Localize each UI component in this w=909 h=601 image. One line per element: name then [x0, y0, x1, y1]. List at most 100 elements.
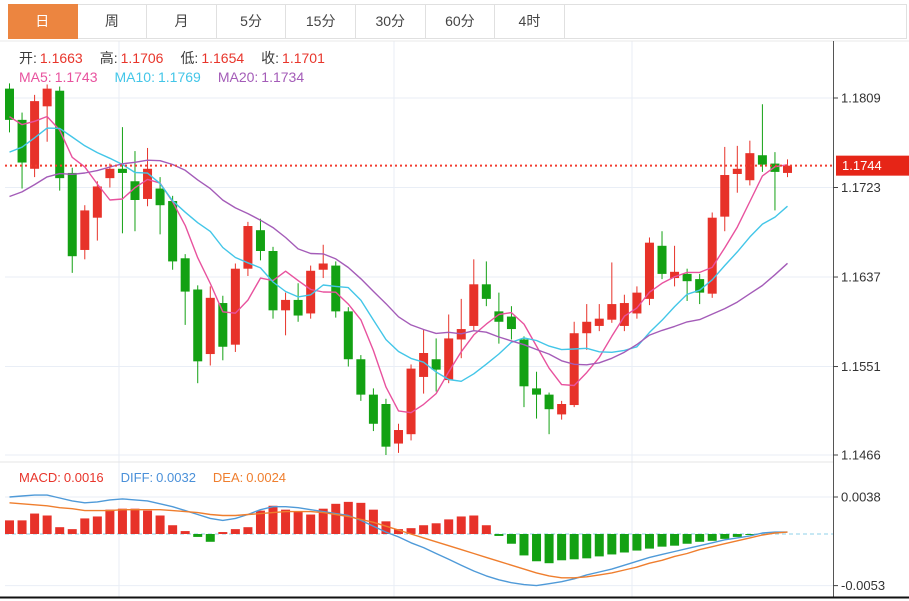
- price-axis-label: 1.1723: [841, 180, 881, 195]
- candle-down: [481, 284, 491, 299]
- candle-up: [557, 404, 567, 415]
- candle-up: [318, 263, 328, 270]
- current-price-tag-label: 1.1744: [842, 158, 882, 173]
- candle-up: [406, 368, 416, 435]
- ma20-line: [9, 159, 788, 366]
- candle-up: [444, 338, 454, 381]
- candle-down: [218, 303, 228, 347]
- legend-item: 收: 1.1701: [261, 50, 325, 66]
- tab-timeframe-5[interactable]: 15分: [286, 5, 356, 38]
- macd-axis-label: -0.0053: [841, 578, 885, 593]
- legend-item: DIFF: 0.0032: [120, 470, 196, 485]
- candle-down: [532, 388, 542, 395]
- macd-bar-down: [506, 534, 516, 544]
- macd-bar-down: [644, 534, 654, 549]
- tab-timeframe-3[interactable]: 月: [147, 5, 217, 38]
- candle-down: [331, 265, 341, 312]
- macd-bar-up: [30, 513, 40, 534]
- macd-bar-down: [720, 534, 730, 539]
- macd-bar-down: [670, 534, 680, 546]
- macd-bar-up: [331, 503, 341, 534]
- tab-timeframe-7[interactable]: 60分: [425, 5, 496, 38]
- candle-down: [117, 168, 127, 173]
- macd-bar-up: [180, 531, 190, 534]
- macd-bar-up: [444, 519, 454, 534]
- macd-bar-down: [607, 534, 617, 555]
- candle-up: [783, 165, 792, 173]
- candle-down: [757, 155, 767, 165]
- ohlc-legend: 开: 1.1663 高: 1.1706 低: 1.1654 收: 1.1701: [19, 48, 342, 68]
- price-axis-label: 1.1809: [841, 91, 881, 106]
- macd-bar-up: [293, 511, 303, 534]
- macd-bar-down: [594, 534, 604, 557]
- macd-bar-down: [532, 534, 542, 562]
- tab-timeframe-8[interactable]: 4时: [495, 5, 565, 38]
- macd-bar-up: [456, 516, 466, 534]
- candle-down: [544, 394, 554, 410]
- candle-up: [281, 299, 291, 311]
- candle-down: [17, 119, 27, 163]
- tab-timeframe-6[interactable]: 30分: [355, 5, 426, 38]
- macd-bar-up: [243, 527, 253, 534]
- candle-up: [720, 175, 730, 217]
- candlestick-chart[interactable]: 1.1809 1.1723 1.1637 1.1551 1.1466 0.0038 -0.0…: [0, 0, 909, 601]
- price-axis-label: 1.1637: [841, 270, 881, 285]
- macd-bar-down: [707, 534, 717, 541]
- ma-legend: MA5: 1.1743 MA10: 1.1769 MA20: 1.1734: [19, 69, 321, 85]
- legend-item: 低: 1.1654: [180, 50, 245, 66]
- legend-item: MACD: 0.0016: [19, 470, 104, 485]
- candle-down: [193, 289, 203, 362]
- candle-up: [205, 297, 215, 355]
- candle-up: [607, 304, 617, 320]
- macd-bar-up: [431, 523, 441, 534]
- candle-down: [431, 359, 441, 370]
- candle-down: [255, 230, 265, 251]
- legend-item: 开: 1.1663: [19, 50, 83, 66]
- macd-bar-down: [695, 534, 705, 542]
- macd-bar-down: [544, 534, 554, 564]
- candle-down: [168, 201, 178, 262]
- candle-down: [356, 359, 366, 395]
- macd-bar-down: [193, 534, 203, 537]
- candle-up: [42, 88, 52, 107]
- macd-axis-label: 0.0038: [841, 489, 881, 504]
- candle-down: [381, 404, 391, 447]
- macd-bar-up: [218, 532, 228, 534]
- macd-bar-up: [67, 529, 77, 534]
- candle-up: [732, 168, 742, 174]
- legend-item: 高: 1.1706: [99, 50, 164, 66]
- tab-timeframe-2[interactable]: 周: [77, 5, 148, 38]
- macd-bar-down: [519, 534, 529, 556]
- macd-bar-down: [205, 534, 215, 542]
- macd-bar-up: [281, 509, 291, 534]
- tab-timeframe-1[interactable]: 日: [8, 4, 78, 39]
- timeframe-tab-bar: 日周月 5分 15分 30分 60分 4时: [8, 4, 907, 39]
- macd-bar-up: [481, 525, 491, 534]
- macd-bar-up: [5, 520, 14, 534]
- macd-bar-down: [657, 534, 667, 547]
- macd-bar-up: [168, 525, 178, 534]
- candle-down: [657, 245, 667, 274]
- macd-bar-down: [569, 534, 579, 560]
- legend-item: MA20: 1.1734: [217, 69, 305, 85]
- candle-down: [343, 311, 353, 360]
- candle-up: [745, 153, 755, 181]
- macd-bar-up: [230, 529, 240, 534]
- price-axis-label: 1.1466: [841, 448, 881, 463]
- macd-bar-down: [619, 534, 629, 553]
- macd-bar-up: [130, 508, 140, 534]
- candle-down: [293, 299, 303, 316]
- macd-bar-up: [92, 516, 102, 534]
- candle-up: [80, 210, 90, 250]
- macd-bar-up: [143, 510, 153, 534]
- macd-bar-down: [682, 534, 692, 544]
- legend-item: MA5: 1.1743: [19, 69, 98, 85]
- macd-bar-up: [155, 515, 165, 534]
- macd-bar-up: [105, 509, 115, 534]
- macd-bar-down: [557, 534, 567, 561]
- price-axis-label: 1.1551: [841, 359, 881, 374]
- macd-bar-up: [55, 527, 65, 534]
- candle-up: [469, 284, 479, 326]
- tab-timeframe-4[interactable]: 5分: [216, 5, 287, 38]
- macd-bar-down: [732, 534, 742, 537]
